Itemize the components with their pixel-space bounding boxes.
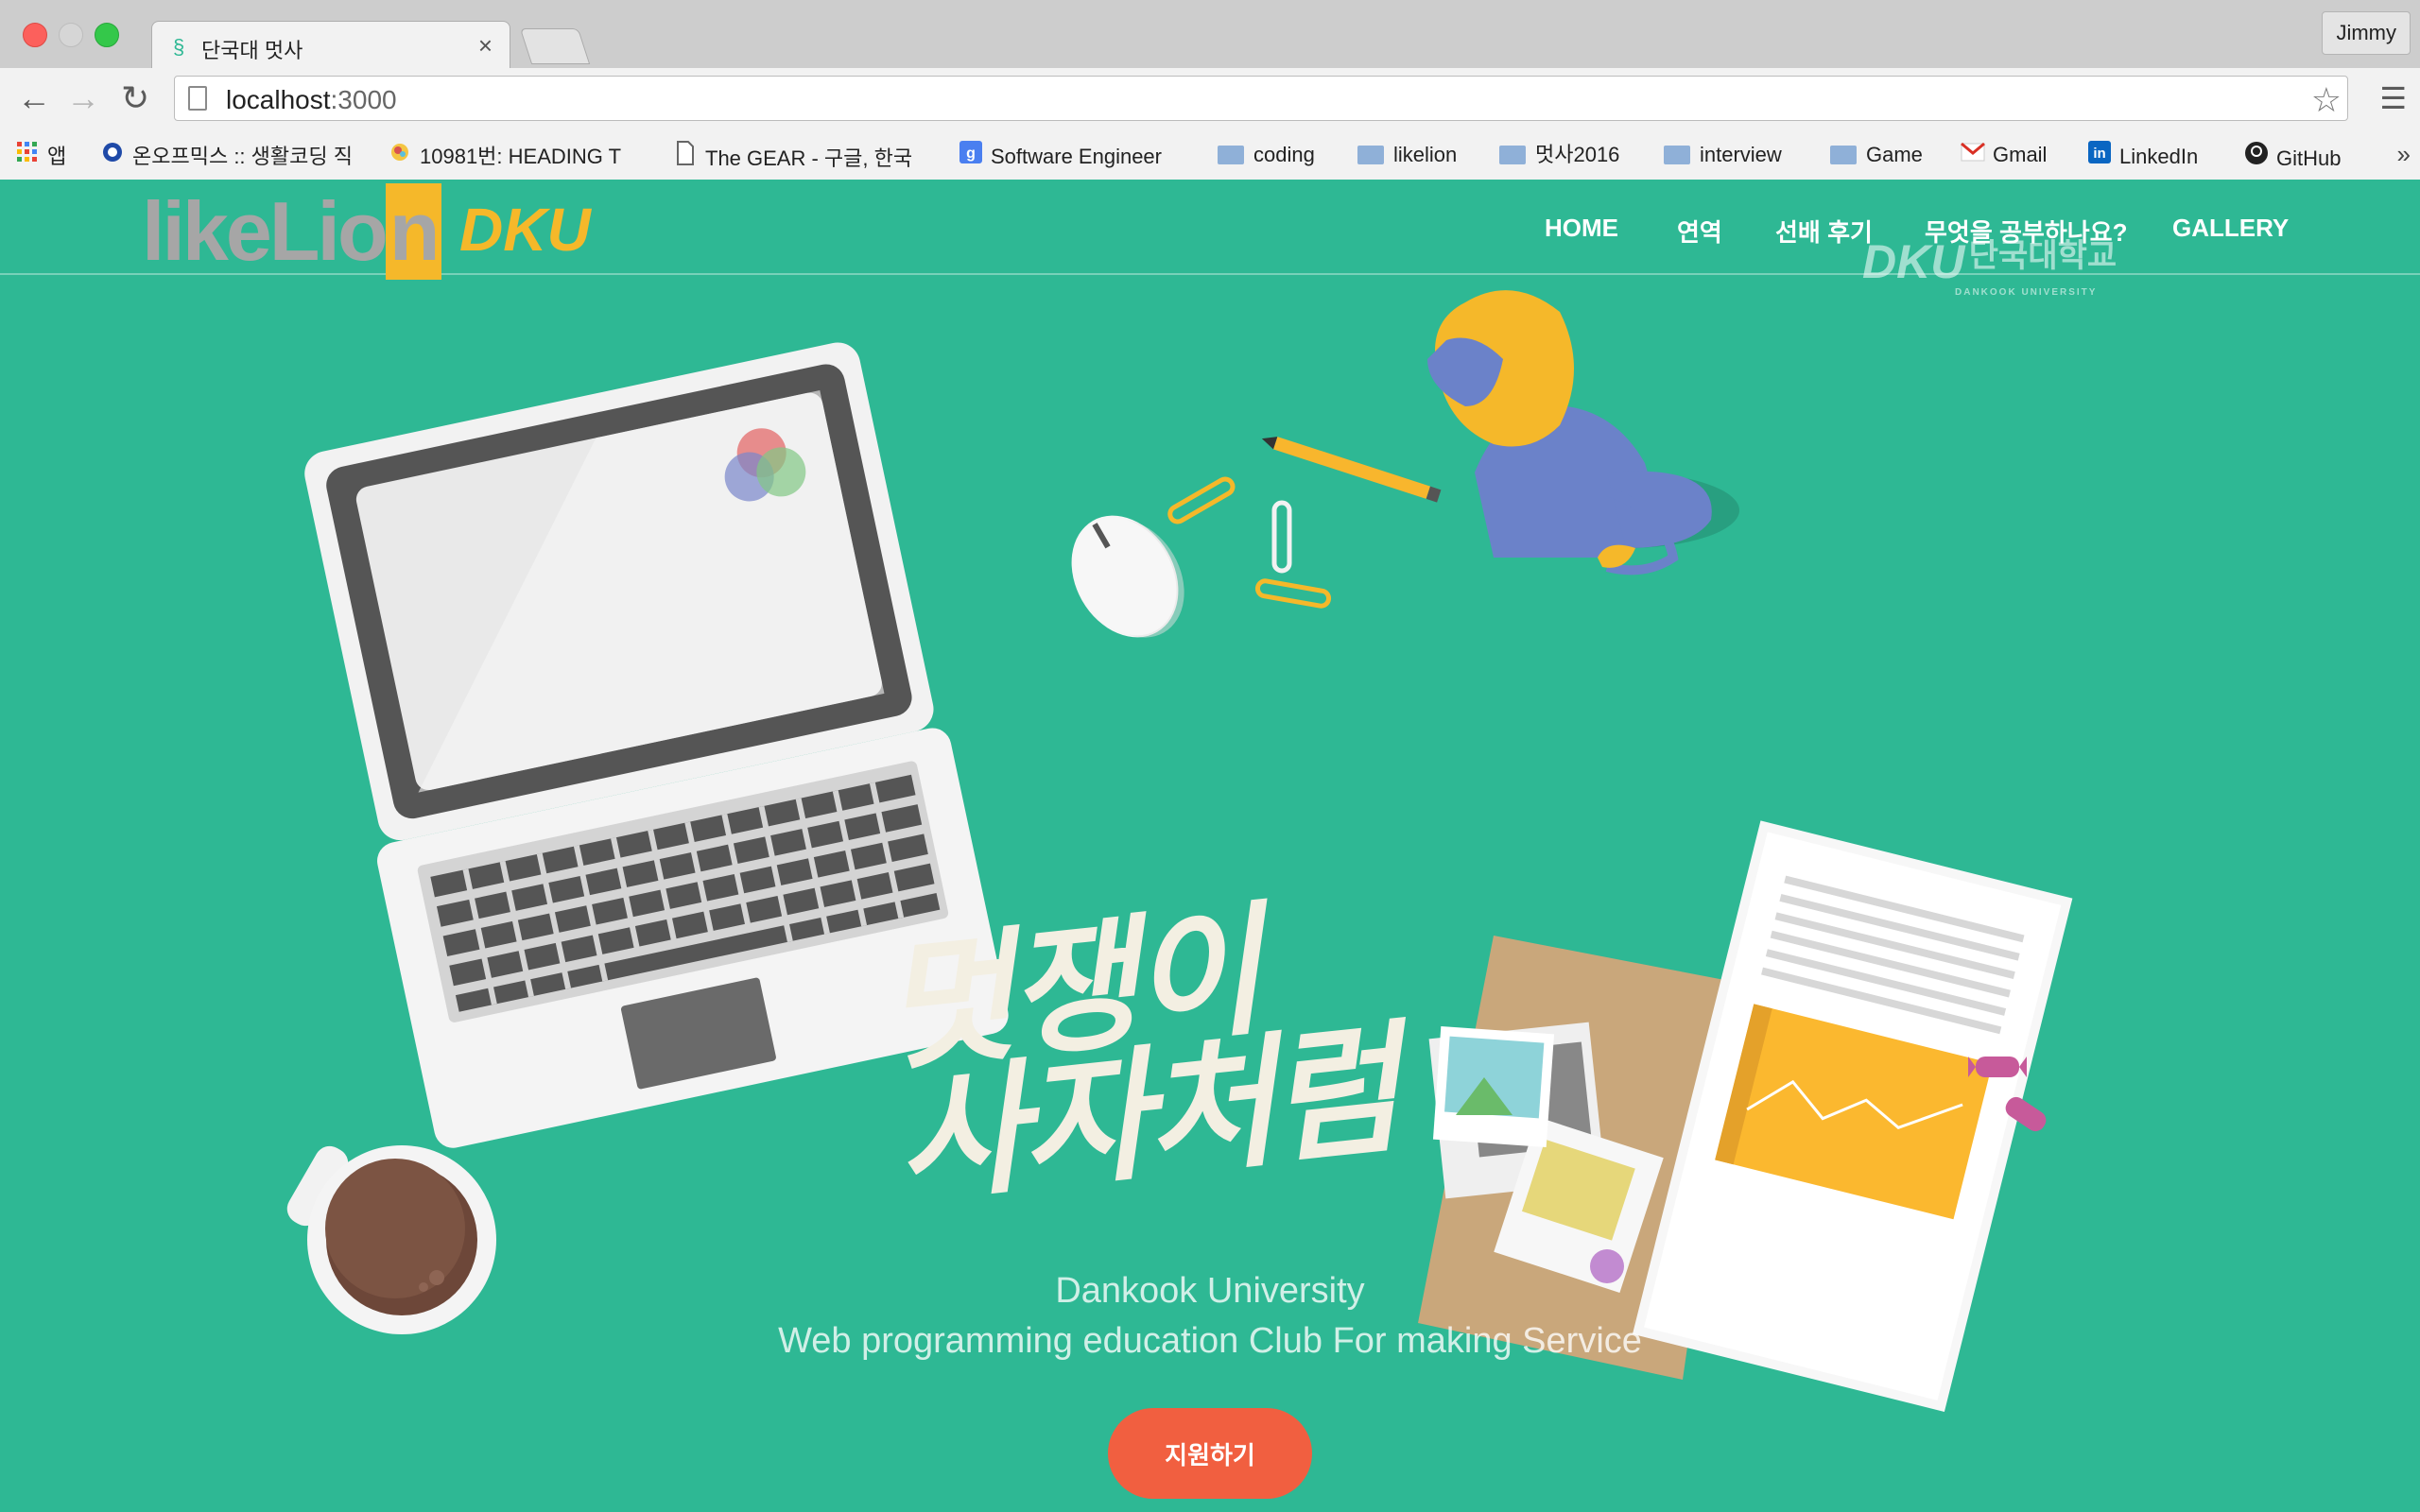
tab-close-icon[interactable]: × [478, 31, 493, 60]
bookmark-folder-2016[interactable]: 멋사2016 [1499, 141, 1619, 169]
hero-illustration [286, 290, 2073, 1412]
bookmarks-bar: 앱 온오프믹스 :: 생활코딩 직 10981번: HEADING T The … [0, 130, 2420, 180]
bookmark-label: likelion [1393, 143, 1458, 166]
svg-text:in: in [2093, 146, 2105, 162]
page-icon [673, 141, 698, 173]
bookmark-apps[interactable]: 앱 [15, 141, 66, 169]
bookmark-label: LinkedIn [2119, 145, 2199, 168]
nav-reviews[interactable]: 선배 후기 [1775, 214, 1873, 249]
new-tab-button[interactable] [519, 28, 591, 64]
browser-titlebar: § 단국대 멋사 × Jimmy [0, 0, 2420, 70]
window-maximize-button[interactable] [95, 23, 119, 47]
bookmark-label: 10981번: HEADING T [420, 145, 622, 168]
pencil-illustration [1261, 437, 1442, 503]
dku-badge-logo: DKU [459, 196, 591, 264]
linkedin-icon: in [2087, 141, 2112, 171]
bookmark-gmail[interactable]: Gmail [1961, 141, 2047, 169]
folder-icon [1357, 146, 1384, 164]
bookmark-the-gear[interactable]: The GEAR - 구글, 한국 [673, 141, 913, 170]
bookmark-star-icon[interactable]: ☆ [2311, 80, 2342, 120]
bookmark-folder-coding[interactable]: coding [1218, 141, 1315, 169]
bookmark-label: 앱 [47, 145, 67, 168]
bookmark-acm[interactable]: 10981번: HEADING T [388, 141, 621, 169]
google-icon: g [959, 141, 983, 171]
github-icon [2244, 141, 2269, 173]
folder-icon [1499, 146, 1526, 164]
reload-icon[interactable]: ↻ [121, 81, 149, 115]
bookmark-label: 멋사2016 [1535, 143, 1620, 166]
bookmark-software-engineer[interactable]: g Software Engineer [959, 141, 1162, 169]
url-text[interactable]: localhost:3000 [226, 85, 397, 115]
dku-logo-mark: DKU [1862, 235, 1965, 288]
hero-subtitle-description: Web programming education Club For makin… [778, 1321, 1642, 1361]
menu-icon[interactable]: ☰ [2379, 83, 2407, 113]
apps-grid-icon [15, 141, 40, 171]
logo-box-letter: n [385, 183, 441, 280]
bookmark-folder-interview[interactable]: interview [1664, 141, 1782, 169]
onoffmix-icon [100, 141, 125, 171]
paperclips-illustration [1167, 476, 1332, 609]
nav-history[interactable]: 연역 [1677, 214, 1722, 249]
tab-title: 단국대 멋사 [201, 39, 303, 62]
profile-button[interactable]: Jimmy [2322, 11, 2411, 55]
window-close-button[interactable] [23, 23, 47, 47]
gmail-icon [1961, 141, 1985, 169]
bookmark-label: The GEAR - 구글, 한국 [705, 146, 913, 170]
back-arrow-icon[interactable]: ← [17, 81, 51, 115]
hero-title: 멋쟁이 사자처럼 [874, 887, 1403, 1224]
dku-logo-korean: 단국대학교 [1968, 238, 2118, 274]
forward-arrow-icon[interactable]: → [66, 81, 100, 115]
bookmark-label: GitHub [2276, 146, 2342, 170]
bookmark-folder-game[interactable]: Game [1830, 141, 1923, 169]
bookmark-github[interactable]: GitHub [2244, 141, 2342, 170]
bookmark-label: Game [1866, 143, 1923, 166]
folder-icon [1830, 146, 1857, 164]
nav-home[interactable]: HOME [1545, 214, 1618, 243]
bookmark-folder-likelion[interactable]: likelion [1357, 141, 1457, 169]
bookmark-label: 온오프믹스 :: 생활코딩 직 [132, 145, 353, 168]
dku-logo-english: DANKOOK UNIVERSITY [1955, 287, 2098, 298]
url-host: localhost [226, 85, 331, 114]
folder-icon [1664, 146, 1690, 164]
bookmarks-overflow-button[interactable]: » [2397, 140, 2411, 169]
bookmark-label: coding [1253, 143, 1315, 166]
bookmark-onoffmix[interactable]: 온오프믹스 :: 생활코딩 직 [100, 141, 353, 169]
site-favicon-icon: § [173, 35, 185, 59]
bookmark-label: Software Engineer [991, 145, 1162, 168]
window-minimize-button[interactable] [59, 23, 83, 47]
apply-button[interactable]: 지원하기 [1108, 1408, 1312, 1499]
nav-gallery[interactable]: GALLERY [2172, 214, 2289, 243]
browser-toolbar: ← → ↻ localhost:3000 ☆ ☰ [0, 68, 2420, 130]
likelion-logo[interactable]: likeLion [142, 183, 441, 280]
hero-title-line2: 사자처럼 [888, 1005, 1403, 1224]
acm-icon [388, 141, 412, 171]
hero-subtitle-university: Dankook University [1055, 1271, 1365, 1311]
bookmark-label: Gmail [1993, 143, 2048, 166]
dankook-university-logo: DKU 단국대학교 DANKOOK UNIVERSITY [1862, 234, 2118, 298]
page-icon [188, 86, 207, 111]
address-bar[interactable]: localhost:3000 ☆ [174, 76, 2348, 121]
logo-text: likeLio [142, 184, 389, 278]
bookmark-label: interview [1700, 143, 1782, 166]
browser-tab-active[interactable]: § 단국대 멋사 × [151, 21, 510, 70]
url-port: :3000 [330, 85, 397, 114]
bookmark-linkedin[interactable]: in LinkedIn [2087, 141, 2198, 169]
svg-text:g: g [966, 146, 976, 162]
web-page: likeLion DKU HOME 연역 선배 후기 무엇을 공부하나요? GA… [0, 180, 2420, 1512]
folder-icon [1218, 146, 1244, 164]
lion-mascot-illustration [1427, 290, 1739, 576]
